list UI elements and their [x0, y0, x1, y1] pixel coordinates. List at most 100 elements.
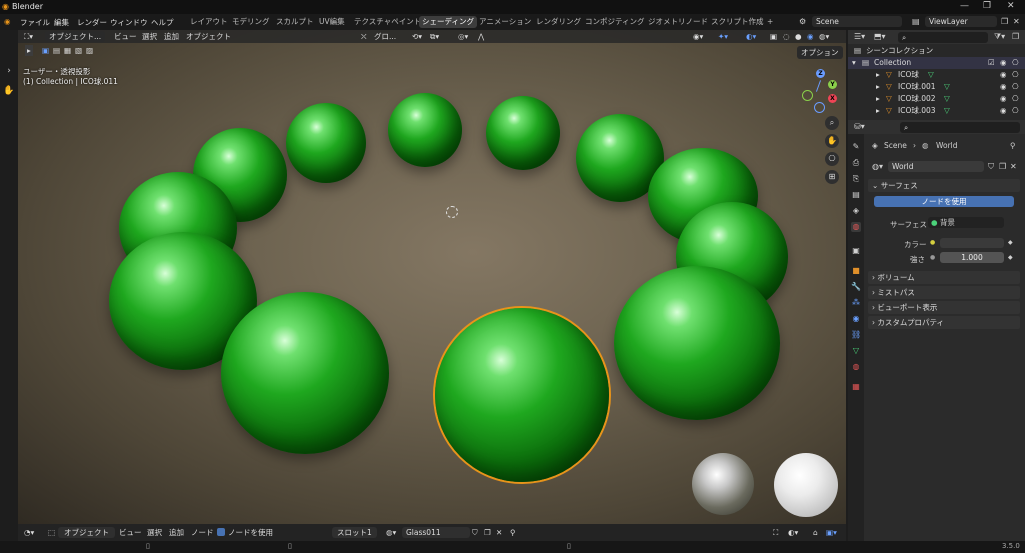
gizmo-z[interactable]: Z — [816, 69, 825, 78]
camera-icon[interactable]: ⎔ — [1012, 81, 1019, 93]
select-subtract-icon[interactable]: ▦ — [64, 45, 71, 56]
particles-tab-icon[interactable]: ⁂ — [851, 298, 861, 308]
properties-editor-icon[interactable]: ⛁▾ — [854, 122, 865, 131]
eye-icon[interactable]: ◉ — [1000, 57, 1007, 69]
tab-geometry-nodes[interactable]: ジオメトリノード — [645, 16, 711, 28]
sidebar-toggle-icon[interactable]: ⌂ — [813, 527, 818, 538]
minimize-button[interactable]: — — [960, 1, 969, 11]
checkbox-icon[interactable]: ☑ — [988, 57, 995, 69]
menu-edit[interactable]: 編集 — [54, 17, 69, 28]
tab-texture-paint[interactable]: テクスチャペイント — [351, 16, 424, 28]
world-name-field[interactable]: World — [888, 161, 984, 172]
select-invert-icon[interactable]: ▧ — [75, 45, 82, 56]
eye-icon[interactable]: ◉ — [1000, 81, 1007, 93]
outliner-editor-icon[interactable]: ☰▾ — [854, 32, 865, 41]
menu-select[interactable]: 選択 — [147, 527, 162, 538]
volume-panel-header[interactable]: › ボリューム — [868, 271, 1020, 284]
proportional-icon[interactable]: ◎▾ — [458, 31, 468, 42]
collection-row[interactable]: ▾ ▤ Collection ☑ ◉ ⎔ — [848, 57, 1025, 69]
fake-user-icon[interactable]: ⛉ — [472, 527, 478, 538]
tab-rendering[interactable]: レンダリング — [533, 16, 584, 28]
outliner-item[interactable]: ▸ ▽ ICO球.003 ▽ ◉ ⎔ — [848, 105, 1025, 117]
tool-tab-icon[interactable]: ✎ — [851, 142, 861, 152]
close-button[interactable]: ✕ — [1007, 1, 1015, 11]
hand-icon[interactable]: ✋ — [2, 84, 16, 98]
constraints-tab-icon[interactable]: ⛓ — [851, 330, 861, 340]
duplicate-icon[interactable]: ❐ — [999, 162, 1006, 171]
falloff-icon[interactable]: ⋀ — [478, 31, 484, 42]
snap-icon[interactable]: ⧉▾ — [430, 31, 439, 42]
camera-icon[interactable]: ⎔ — [825, 152, 839, 166]
pin-icon[interactable]: ⚲ — [1010, 140, 1016, 152]
glass-sphere[interactable] — [486, 96, 560, 170]
surface-shader-field[interactable]: ● 背景 — [928, 217, 1004, 228]
tab-compositing[interactable]: コンポジティング — [582, 16, 648, 28]
duplicate-viewlayer-icon[interactable]: ❐ — [1001, 17, 1008, 26]
gizmo-neg-y[interactable] — [802, 90, 813, 101]
strength-keyframe-icon[interactable]: ◆ — [1008, 254, 1013, 261]
menu-add[interactable]: 追加 — [164, 31, 179, 42]
use-nodes-checkbox[interactable] — [217, 528, 225, 536]
select-box-icon[interactable]: ▣ — [42, 45, 49, 56]
physics-tab-icon[interactable]: ◉ — [851, 314, 861, 324]
menu-select[interactable]: 選択 — [142, 31, 157, 42]
glass-sphere[interactable] — [286, 103, 366, 183]
use-nodes-button[interactable]: ノードを使用 — [874, 196, 1014, 207]
menu-view[interactable]: ビュー — [119, 527, 142, 538]
expand-arrow-icon[interactable]: ▸ — [876, 93, 880, 105]
mist-panel-header[interactable]: › ミストパス — [868, 286, 1020, 299]
add-workspace-button[interactable]: + — [764, 16, 776, 28]
menu-node[interactable]: ノード — [191, 527, 214, 538]
outliner-item[interactable]: ▸ ▽ ICO球 ▽ ◉ ⎔ — [848, 69, 1025, 81]
tab-sculpt[interactable]: スカルプト — [273, 16, 317, 28]
object-tab-icon[interactable]: ■ — [851, 266, 861, 276]
mode-select[interactable]: オブジェクト... — [45, 31, 106, 42]
slot-select[interactable]: スロット1 — [332, 527, 377, 538]
material-tab-icon[interactable]: ◍ — [851, 362, 861, 372]
orientation-select[interactable]: グロ... — [374, 31, 396, 42]
strength-field[interactable]: 1.000 — [940, 252, 1004, 263]
tab-scripting[interactable]: スクリプト作成 — [708, 16, 767, 28]
backdrop-icon[interactable]: ▣▾ — [826, 527, 837, 538]
camera-icon[interactable]: ⎔ — [1012, 105, 1019, 117]
visibility-icon[interactable]: ◉▾ — [693, 31, 703, 42]
blender-menu-icon[interactable]: ◉ — [4, 17, 11, 26]
viewport-display-panel-header[interactable]: › ビューポート表示 — [868, 301, 1020, 314]
select-tool-icon[interactable]: ▸ — [25, 45, 33, 56]
view-layer-tab-icon[interactable]: ▤ — [851, 190, 861, 200]
material-shading-icon[interactable]: ◉ — [807, 31, 814, 42]
camera-icon[interactable]: ⎔ — [1012, 69, 1019, 81]
menu-file[interactable]: ファイル — [20, 17, 50, 28]
grid-icon[interactable]: ⊞ — [825, 170, 839, 184]
shader-type-select[interactable]: オブジェクト — [58, 527, 115, 538]
pan-hand-icon[interactable]: ✋ — [825, 134, 839, 148]
world-tab-icon[interactable]: ◍ — [851, 222, 861, 232]
select-extend-icon[interactable]: ▤ — [53, 45, 60, 56]
menu-view[interactable]: ビュー — [114, 31, 137, 42]
color-field[interactable] — [940, 238, 1004, 248]
eye-icon[interactable]: ◉ — [1000, 93, 1007, 105]
fake-user-icon[interactable]: ⛉ — [988, 162, 994, 172]
data-tab-icon[interactable]: ▽ — [851, 346, 861, 356]
scene-collection-row[interactable]: ▤ シーンコレクション — [848, 45, 1025, 57]
zoom-icon[interactable]: ⌕ — [825, 116, 839, 130]
scene-tab-icon[interactable]: ◈ — [851, 206, 861, 216]
display-mode-icon[interactable]: ⬒▾ — [874, 32, 886, 41]
render-tab-icon[interactable]: ⎙ — [851, 158, 861, 168]
scene-field[interactable]: Scene — [812, 16, 902, 27]
solid-shading-icon[interactable]: ● — [795, 31, 802, 42]
maximize-button[interactable]: ❐ — [983, 1, 991, 11]
menu-help[interactable]: ヘルプ — [151, 17, 174, 28]
tab-uv-editing[interactable]: UV編集 — [316, 16, 348, 28]
options-dropdown[interactable]: オプション — [797, 46, 843, 59]
expand-arrow-icon[interactable]: ▸ — [876, 69, 880, 81]
tab-layout[interactable]: レイアウト — [187, 16, 231, 28]
expand-arrow-icon[interactable]: ▾ — [852, 57, 856, 69]
transform-orientation-icon[interactable]: ⛌ — [361, 31, 367, 42]
output-tab-icon[interactable]: ⎘ — [851, 174, 861, 184]
collection-tab-icon[interactable]: ▣ — [851, 246, 861, 256]
properties-search-input[interactable]: ⌕ — [900, 122, 1020, 133]
eye-icon[interactable]: ◉ — [1000, 105, 1007, 117]
overlay-icon[interactable]: ◐▾ — [788, 527, 798, 538]
menu-window[interactable]: ウィンドウ — [110, 17, 148, 28]
